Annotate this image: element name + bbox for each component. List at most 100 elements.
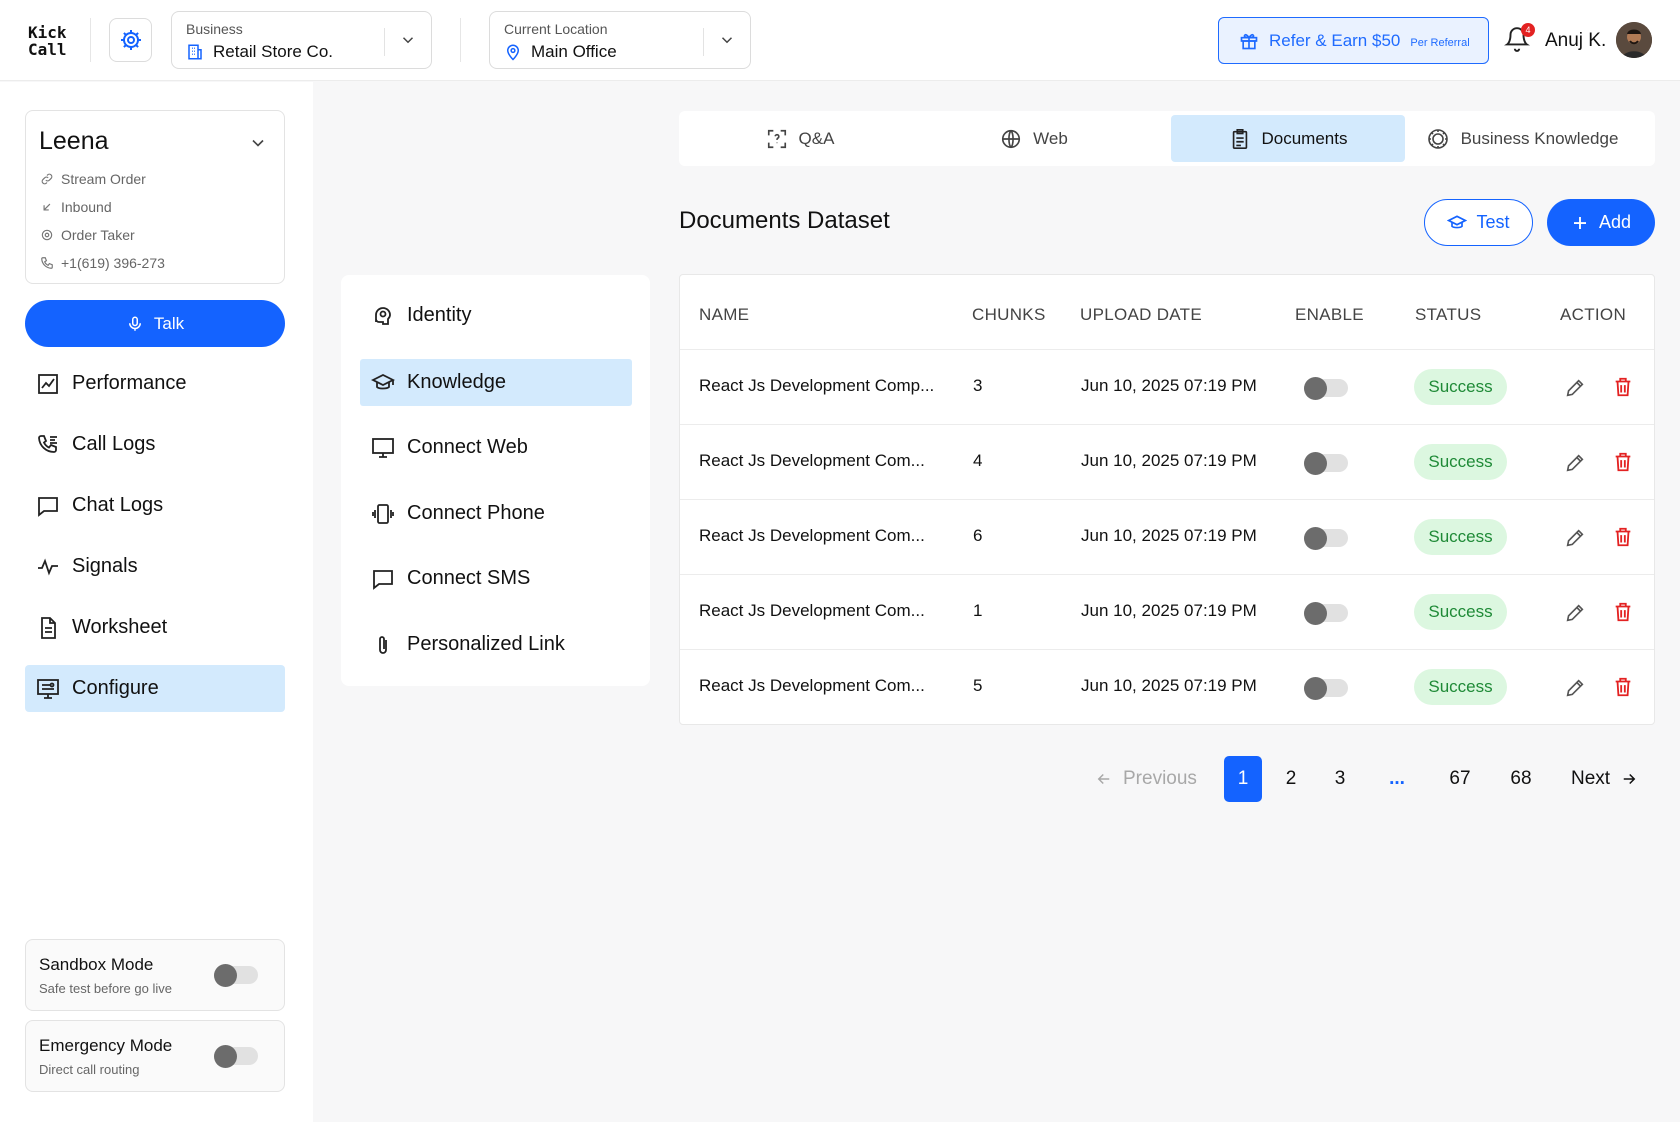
config-item-personalized-link[interactable]: Personalized Link bbox=[360, 621, 632, 668]
location-selector[interactable]: Current Location Main Office bbox=[489, 11, 751, 69]
toggle-knob bbox=[1304, 677, 1327, 700]
notifications-button[interactable]: 4 bbox=[1504, 23, 1535, 57]
edit-pencil-icon[interactable] bbox=[1564, 377, 1586, 399]
cell-name[interactable]: React Js Development Com... bbox=[699, 676, 925, 696]
sandbox-mode-toggle[interactable] bbox=[214, 964, 258, 987]
enable-toggle[interactable] bbox=[1304, 602, 1348, 625]
user-name[interactable]: Anuj K. bbox=[1545, 30, 1606, 52]
trash-icon[interactable] bbox=[1612, 601, 1634, 623]
settings-button[interactable] bbox=[109, 18, 152, 62]
pagination-page[interactable]: 2 bbox=[1272, 756, 1310, 802]
business-selector[interactable]: Business Retail Store Co. bbox=[171, 11, 432, 69]
clipboard-icon bbox=[1232, 128, 1247, 149]
arrow-left-icon bbox=[1097, 773, 1110, 785]
talk-button[interactable]: Talk bbox=[25, 300, 285, 347]
config-item-connect-phone[interactable]: Connect Phone bbox=[360, 490, 632, 537]
sidebar-item-label: Worksheet bbox=[72, 616, 168, 638]
status-badge: Success bbox=[1414, 669, 1507, 705]
config-item-label: Personalized Link bbox=[407, 633, 565, 655]
config-item-connect-web[interactable]: Connect Web bbox=[360, 424, 632, 471]
emergency-mode-toggle[interactable] bbox=[214, 1045, 258, 1068]
config-item-connect-sms[interactable]: Connect SMS bbox=[360, 555, 632, 602]
chevron-down-icon[interactable] bbox=[248, 133, 268, 153]
monitor-icon bbox=[372, 437, 394, 458]
message-square-icon bbox=[373, 569, 393, 590]
enable-toggle[interactable] bbox=[1304, 377, 1348, 400]
avatar[interactable] bbox=[1616, 22, 1652, 58]
sidebar-item-signals[interactable]: Signals bbox=[25, 543, 285, 590]
column-header-upload-date[interactable]: UPLOAD DATE bbox=[1080, 305, 1202, 325]
enable-toggle[interactable] bbox=[1304, 452, 1348, 475]
sidebar-item-label: Call Logs bbox=[72, 433, 156, 455]
sandbox-mode-subtitle: Safe test before go live bbox=[39, 981, 172, 996]
agent-flow: Stream Order bbox=[61, 171, 146, 187]
phone-icon bbox=[41, 257, 53, 269]
cell-name[interactable]: React Js Development Com... bbox=[699, 601, 925, 621]
refer-earn-button[interactable]: Refer & Earn $50 Per Referral bbox=[1218, 17, 1489, 64]
trash-icon[interactable] bbox=[1612, 451, 1634, 473]
cell-upload-date: Jun 10, 2025 07:19 PM bbox=[1081, 676, 1257, 695]
building-icon bbox=[188, 44, 202, 60]
tab-label: Q&A bbox=[798, 128, 835, 148]
trash-icon[interactable] bbox=[1612, 676, 1634, 698]
pagination-page[interactable]: 68 bbox=[1502, 756, 1540, 802]
graduation-cap-icon bbox=[1447, 214, 1468, 228]
edit-pencil-icon[interactable] bbox=[1564, 452, 1586, 474]
sidebar-item-chat-logs[interactable]: Chat Logs bbox=[25, 482, 285, 529]
test-label: Test bbox=[1476, 212, 1510, 232]
status-badge: Success bbox=[1414, 519, 1507, 555]
enable-toggle[interactable] bbox=[1304, 527, 1348, 550]
enable-toggle[interactable] bbox=[1304, 677, 1348, 700]
user-avatar-icon bbox=[1616, 22, 1652, 58]
agent-phone: +1(619) 396-273 bbox=[61, 255, 165, 271]
cell-name[interactable]: React Js Development Comp... bbox=[699, 376, 934, 396]
notification-badge: 4 bbox=[1521, 23, 1535, 37]
edit-pencil-icon[interactable] bbox=[1564, 527, 1586, 549]
pagination-page[interactable]: 3 bbox=[1321, 756, 1359, 802]
cell-upload-date: Jun 10, 2025 07:19 PM bbox=[1081, 526, 1257, 545]
tab-label: Business Knowledge bbox=[1460, 128, 1619, 148]
pulse-icon bbox=[38, 557, 58, 576]
column-header-name[interactable]: NAME bbox=[699, 305, 749, 325]
edit-pencil-icon[interactable] bbox=[1564, 677, 1586, 699]
pagination-page[interactable]: 67 bbox=[1441, 756, 1479, 802]
logo[interactable]: Kick Call bbox=[28, 24, 67, 58]
sidebar-item-call-logs[interactable]: Call Logs bbox=[25, 421, 285, 468]
agent-card[interactable]: Leena Stream Order Inbound Order Taker +… bbox=[25, 110, 285, 284]
top-bar: Kick Call Business Retail Store Co. Curr… bbox=[0, 0, 1680, 81]
talk-label: Talk bbox=[153, 313, 185, 333]
test-button[interactable]: Test bbox=[1424, 199, 1533, 246]
add-button[interactable]: Add bbox=[1547, 199, 1655, 246]
sidebar-item-worksheet[interactable]: Worksheet bbox=[25, 604, 285, 651]
knowledge-tabs: Q&A Web Documents Business Knowledge bbox=[679, 111, 1655, 166]
sidebar: Leena Stream Order Inbound Order Taker +… bbox=[0, 82, 313, 1122]
pagination-page[interactable]: 1 bbox=[1224, 756, 1262, 802]
toggle-knob bbox=[214, 964, 237, 987]
link-icon bbox=[41, 173, 53, 185]
trash-icon[interactable] bbox=[1612, 376, 1634, 398]
config-item-knowledge[interactable]: Knowledge bbox=[360, 359, 632, 406]
tab-business-knowledge[interactable]: Business Knowledge bbox=[1405, 115, 1639, 162]
column-header-status: STATUS bbox=[1415, 305, 1482, 324]
graduation-cap-icon bbox=[371, 373, 395, 389]
agent-role: Order Taker bbox=[61, 227, 135, 243]
cell-name[interactable]: React Js Development Com... bbox=[699, 451, 925, 471]
gear-icon bbox=[120, 30, 141, 50]
tab-documents[interactable]: Documents bbox=[1171, 115, 1405, 162]
config-item-identity[interactable]: Identity bbox=[360, 292, 632, 339]
tab-label: Documents bbox=[1261, 128, 1348, 148]
pagination-previous[interactable]: Previous bbox=[1095, 756, 1205, 802]
pagination-ellipsis: ... bbox=[1389, 768, 1405, 789]
edit-pencil-icon[interactable] bbox=[1564, 602, 1586, 624]
cell-name[interactable]: React Js Development Com... bbox=[699, 526, 925, 546]
selector-divider bbox=[384, 28, 385, 56]
pagination-next[interactable]: Next bbox=[1571, 756, 1651, 802]
tab-web[interactable]: Web bbox=[917, 115, 1151, 162]
sidebar-item-configure[interactable]: Configure bbox=[25, 665, 285, 712]
next-label: Next bbox=[1571, 768, 1611, 789]
trash-icon[interactable] bbox=[1612, 526, 1634, 548]
column-header-chunks[interactable]: CHUNKS bbox=[972, 305, 1046, 325]
config-item-label: Connect Web bbox=[407, 436, 528, 458]
sidebar-item-performance[interactable]: Performance bbox=[25, 360, 285, 407]
tab-qa[interactable]: Q&A bbox=[683, 115, 917, 162]
